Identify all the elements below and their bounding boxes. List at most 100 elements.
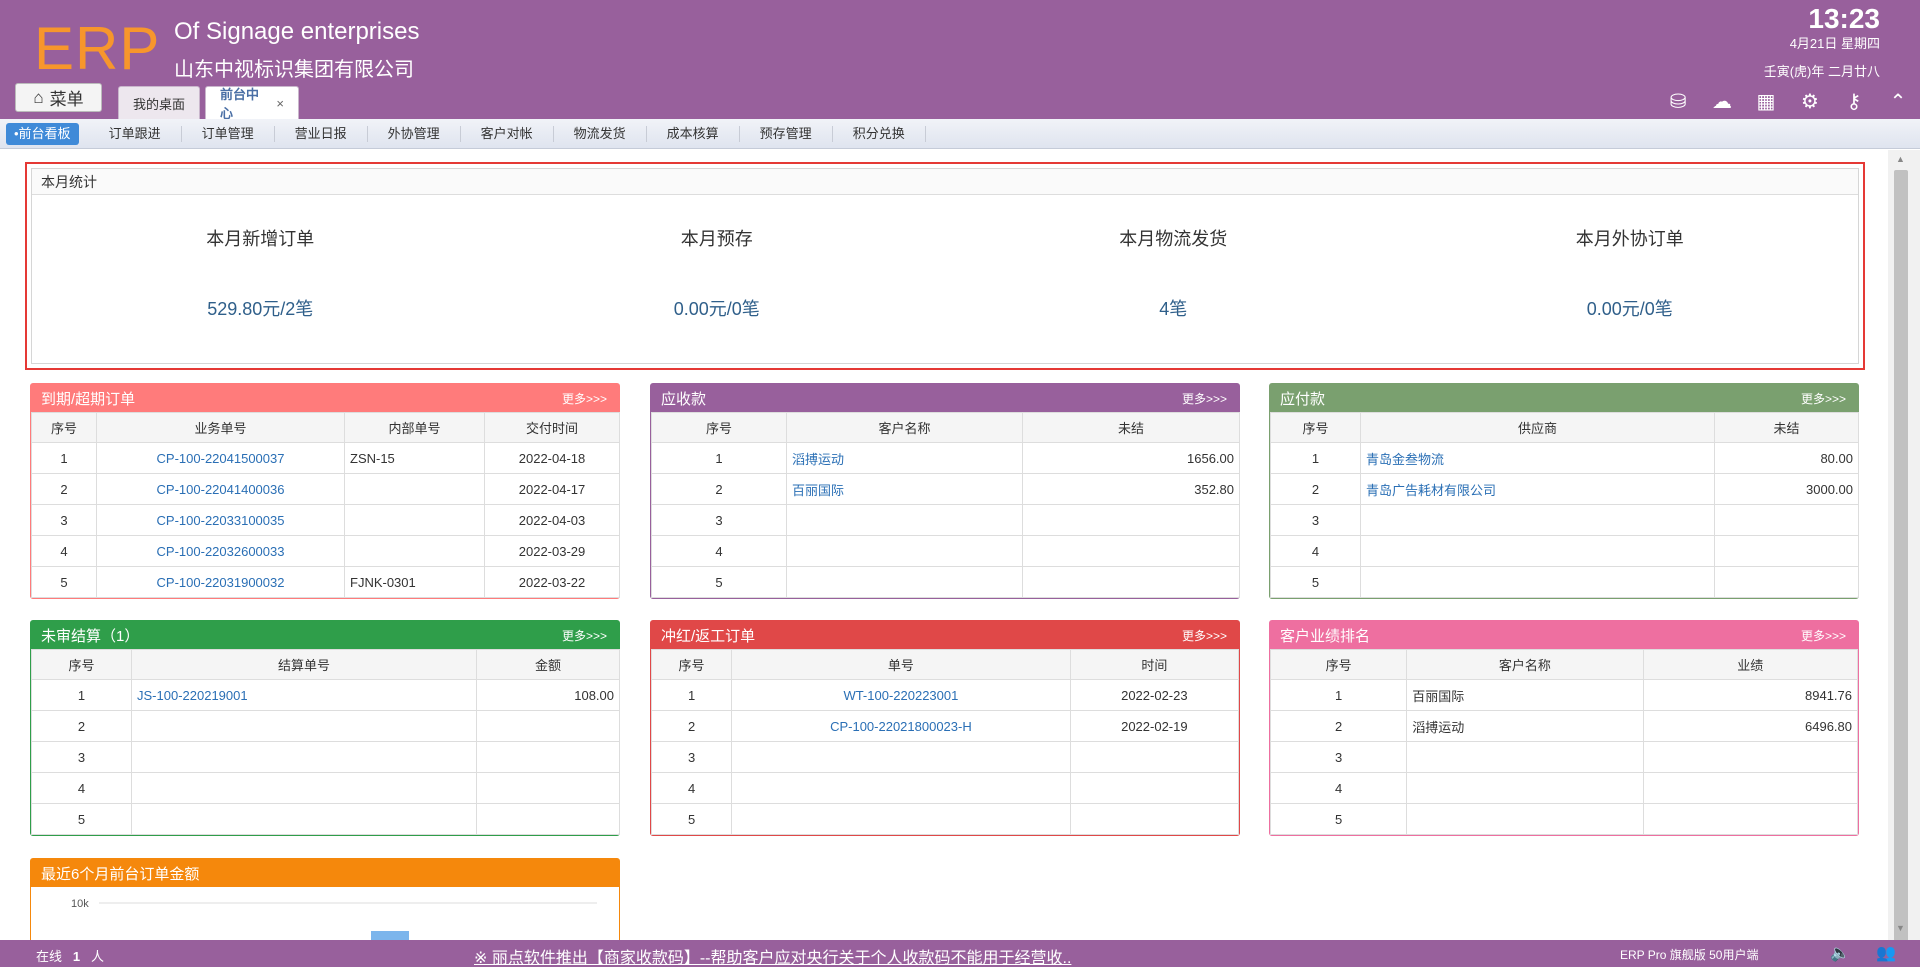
table-cell[interactable]: CP-100-22041400036 bbox=[96, 473, 345, 505]
table-cell bbox=[786, 504, 1023, 536]
table-cell: 2022-03-29 bbox=[484, 535, 620, 567]
scroll-up-icon[interactable]: ▲ bbox=[1896, 154, 1905, 164]
panel-header: 应付款 更多>>> bbox=[1270, 384, 1858, 412]
tab-front-center[interactable]: 前台中心 × bbox=[205, 86, 299, 121]
column-header: 结算单号 bbox=[131, 649, 477, 680]
users-icon[interactable]: 👥 bbox=[1876, 943, 1896, 963]
table-cell bbox=[1022, 566, 1240, 598]
table-cell: 4 bbox=[651, 535, 787, 567]
tab-label: 我的桌面 bbox=[133, 96, 186, 112]
table-cell: 3000.00 bbox=[1714, 473, 1859, 505]
table-cell bbox=[344, 504, 485, 536]
table-row: 5 bbox=[1269, 803, 1859, 835]
more-link[interactable]: 更多>>> bbox=[562, 390, 607, 407]
table-row: 1 WT-100-220223001 2022-02-23 bbox=[650, 679, 1240, 711]
grid-add-icon[interactable]: ▦ bbox=[1754, 90, 1778, 114]
table-cell[interactable]: 青岛广告耗材有限公司 bbox=[1360, 473, 1715, 505]
gear-icon[interactable]: ⚙ bbox=[1798, 90, 1822, 114]
table-cell[interactable]: CP-100-22033100035 bbox=[96, 504, 345, 536]
close-icon[interactable]: × bbox=[276, 96, 284, 111]
key-icon[interactable]: ⚷ bbox=[1842, 90, 1866, 114]
table-cell: 2 bbox=[1270, 473, 1361, 505]
data-table: 序号 单号 时间 1 WT-100-220223001 2022-02-23 2 CP-100… bbox=[650, 649, 1240, 835]
table-cell bbox=[131, 741, 477, 773]
table-row: 3 CP-100-22033100035 2022-04-03 bbox=[31, 504, 620, 536]
table-cell: 1 bbox=[1270, 442, 1361, 474]
table-cell bbox=[1360, 504, 1715, 536]
cloud-upload-icon[interactable]: ☁ bbox=[1710, 90, 1734, 114]
toolbar-icons: ⛁ ☁ ▦ ⚙ ⚷ ⌃ bbox=[1666, 90, 1910, 114]
table-cell bbox=[476, 772, 620, 804]
column-header: 序号 bbox=[650, 649, 733, 680]
table-cell[interactable]: CP-100-22021800023-H bbox=[731, 710, 1071, 742]
clock-time: 13:23 bbox=[1808, 3, 1880, 34]
table-cell bbox=[1069, 741, 1240, 773]
nav-order-follow[interactable]: 订单跟进 bbox=[89, 125, 182, 142]
nav-points[interactable]: 积分兑换 bbox=[833, 125, 926, 142]
table-cell: 1 bbox=[650, 679, 733, 711]
scroll-down-icon[interactable]: ▼ bbox=[1896, 923, 1905, 933]
nav-cost[interactable]: 成本核算 bbox=[647, 125, 740, 142]
table-cell: 4 bbox=[1269, 772, 1408, 804]
table-cell bbox=[786, 535, 1023, 567]
table-cell: 2022-03-22 bbox=[484, 566, 620, 598]
collapse-icon[interactable]: ⌃ bbox=[1886, 90, 1910, 114]
stat-value: 529.80元/2笔 bbox=[207, 299, 314, 319]
table-row: 4 bbox=[650, 772, 1240, 804]
table-cell: 2022-04-17 bbox=[484, 473, 620, 505]
table-row: 5 bbox=[31, 803, 620, 835]
column-header: 客户名称 bbox=[1406, 649, 1644, 680]
table-row: 4 bbox=[1270, 535, 1859, 567]
table-cell[interactable]: CP-100-22032600033 bbox=[96, 535, 345, 567]
table-row: 5 CP-100-22031900032 FJNK-0301 2022-03-22 bbox=[31, 566, 620, 598]
table-cell[interactable]: CP-100-22031900032 bbox=[96, 566, 345, 598]
data-table: 序号 客户名称 业绩 1 百丽国际 8941.76 2 滔搏运动 6496.80 3 4 5 bbox=[1269, 649, 1859, 835]
more-link[interactable]: 更多>>> bbox=[1182, 390, 1227, 407]
online-count: 在线 1 人 bbox=[36, 949, 104, 964]
table-row: 5 bbox=[650, 803, 1240, 835]
table-cell[interactable]: 百丽国际 bbox=[786, 473, 1023, 505]
database-icon[interactable]: ⛁ bbox=[1666, 90, 1690, 114]
more-link[interactable]: 更多>>> bbox=[1801, 627, 1846, 644]
menu-button-label: 菜单 bbox=[49, 90, 84, 109]
more-link[interactable]: 更多>>> bbox=[1801, 390, 1846, 407]
nav-front-board[interactable]: •前台看板 bbox=[6, 122, 79, 145]
scrollbar-thumb[interactable] bbox=[1894, 170, 1908, 950]
table-cell: 2 bbox=[650, 710, 733, 742]
vertical-scrollbar[interactable]: ▲ ▼ bbox=[1888, 150, 1920, 950]
table-cell bbox=[731, 803, 1071, 835]
nav-customer-statement[interactable]: 客户对帐 bbox=[461, 125, 554, 142]
table-row: 3 bbox=[650, 741, 1240, 773]
table-cell[interactable]: JS-100-220219001 bbox=[131, 679, 477, 711]
nav-daily-report[interactable]: 营业日报 bbox=[275, 125, 368, 142]
nav-outsource[interactable]: 外协管理 bbox=[368, 125, 461, 142]
table-cell: 1 bbox=[1269, 679, 1408, 711]
table-row: 5 bbox=[1270, 566, 1859, 598]
menu-button[interactable]: ⌂ 菜单 bbox=[15, 83, 102, 112]
panel-title: 客户业绩排名 bbox=[1280, 627, 1371, 645]
clock-date: 4月21日 星期四 bbox=[1789, 36, 1880, 51]
nav-logistics[interactable]: 物流发货 bbox=[554, 125, 647, 142]
nav-prestore[interactable]: 预存管理 bbox=[740, 125, 833, 142]
more-link[interactable]: 更多>>> bbox=[562, 627, 607, 644]
more-link[interactable]: 更多>>> bbox=[1182, 627, 1227, 644]
table-cell: 5 bbox=[31, 803, 132, 835]
speaker-icon[interactable]: 🔈 bbox=[1830, 943, 1850, 963]
nav-order-manage[interactable]: 订单管理 bbox=[182, 125, 275, 142]
news-ticker-link[interactable]: ※ 丽点软件推出【商家收款码】--帮助客户应对央行关于个人收款码不能用于经营收.… bbox=[474, 944, 1071, 968]
table-cell[interactable]: WT-100-220223001 bbox=[731, 679, 1071, 711]
table-cell bbox=[476, 710, 620, 742]
table-cell: 1656.00 bbox=[1022, 442, 1240, 474]
tab-my-desktop[interactable]: 我的桌面 bbox=[118, 86, 200, 119]
panel-header: 客户业绩排名 更多>>> bbox=[1270, 621, 1858, 649]
table-cell bbox=[1069, 803, 1240, 835]
table-cell[interactable]: CP-100-22041500037 bbox=[96, 442, 345, 474]
table-cell[interactable]: 滔搏运动 bbox=[786, 442, 1023, 474]
panel-title: 应收款 bbox=[661, 390, 707, 408]
table-cell[interactable]: 青岛金叁物流 bbox=[1360, 442, 1715, 474]
column-header: 序号 bbox=[1270, 412, 1361, 443]
table-cell bbox=[1022, 504, 1240, 536]
panel-due-orders: 到期/超期订单 更多>>> 序号 业务单号 内部单号 交付时间 1 CP-100-220415… bbox=[30, 383, 620, 599]
table-cell: 5 bbox=[1270, 566, 1361, 598]
table-row: 3 bbox=[651, 504, 1240, 536]
